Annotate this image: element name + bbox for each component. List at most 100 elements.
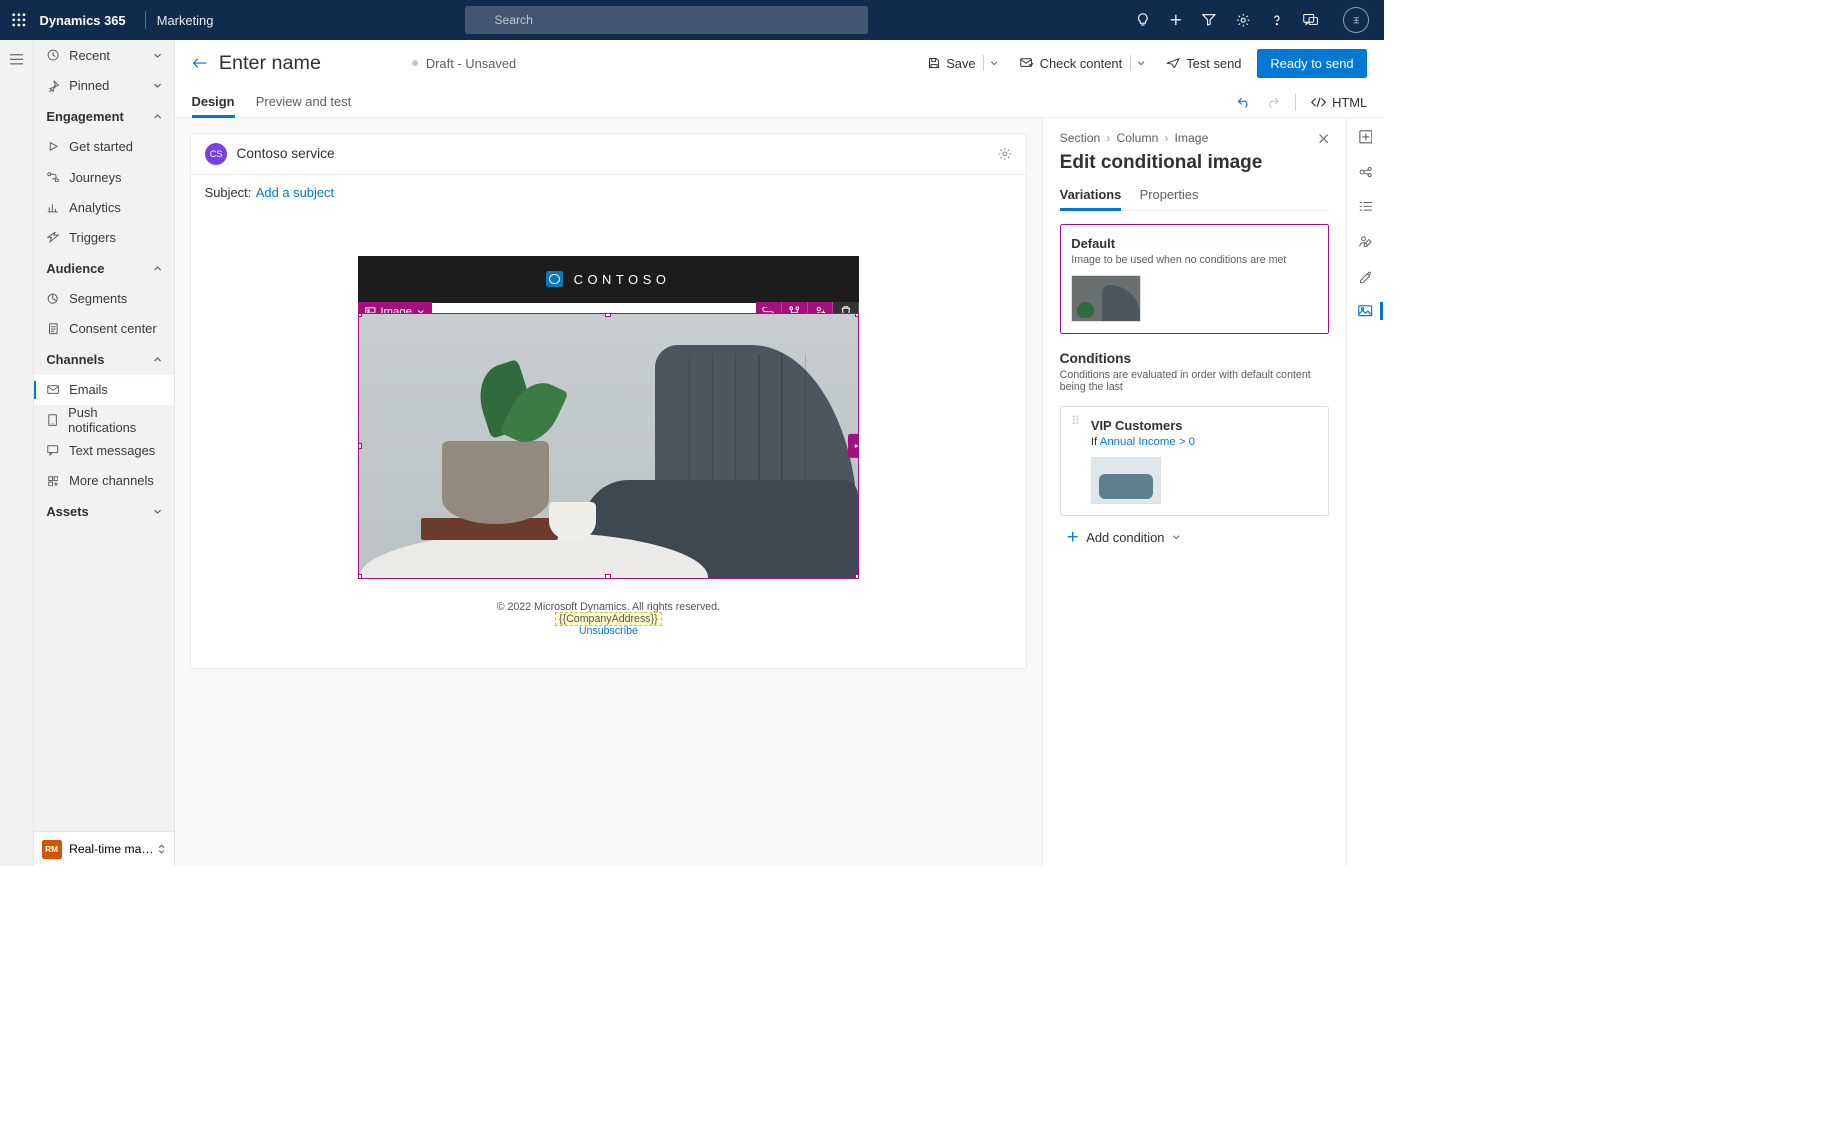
undo-icon[interactable] [1237, 96, 1251, 108]
connections-icon[interactable] [1359, 166, 1373, 178]
sidebar-item-push[interactable]: Push notifications [34, 405, 174, 435]
chat-icon[interactable] [1303, 13, 1318, 27]
brand-name[interactable]: Dynamics 365 [40, 13, 126, 28]
card-desc: Image to be used when no conditions are … [1071, 254, 1317, 266]
sender-avatar: CS [205, 143, 228, 166]
panel-tab-properties[interactable]: Properties [1140, 187, 1199, 210]
gear-icon[interactable] [998, 147, 1012, 161]
help-icon[interactable] [1270, 13, 1284, 27]
hero-section[interactable]: CONTOSO Image [358, 256, 860, 579]
add-subject-link[interactable]: Add a subject [256, 185, 334, 200]
mobile-icon [46, 414, 59, 426]
sidebar-item-segments[interactable]: Segments [34, 283, 174, 313]
email-card: CS Contoso service Subject: Add a subjec… [190, 133, 1027, 669]
redo-icon[interactable] [1266, 96, 1280, 108]
sidebar-item-getstarted[interactable]: Get started [34, 131, 174, 161]
pin-icon [46, 80, 60, 92]
sms-icon [46, 445, 60, 456]
sender-name[interactable]: Contoso service [237, 146, 335, 161]
analytics-icon [46, 202, 60, 213]
sidebar-item-text[interactable]: Text messages [34, 435, 174, 465]
clock-icon [46, 49, 60, 61]
sidebar-item-morechannels[interactable]: More channels [34, 466, 174, 496]
image-tool-icon[interactable] [1358, 305, 1372, 316]
move-handle-icon[interactable] [848, 433, 860, 457]
page-title[interactable]: Enter name [219, 52, 321, 75]
sidebar-group-channels[interactable]: Channels [34, 344, 174, 374]
conditions-heading: Conditions [1060, 351, 1330, 366]
app-launcher-icon[interactable] [8, 9, 31, 32]
crumb-column[interactable]: Column [1116, 131, 1158, 145]
personalize-icon[interactable] [1359, 235, 1372, 247]
footer-token[interactable]: {{CompanyAddress}} [555, 612, 662, 626]
email-brand-bar: CONTOSO [358, 256, 860, 303]
panel-title: Edit conditional image [1060, 152, 1330, 174]
chevron-down-icon [153, 51, 162, 60]
gear-icon[interactable] [1236, 13, 1250, 27]
tab-design[interactable]: Design [192, 94, 235, 117]
hamburger-icon[interactable] [10, 54, 24, 65]
sidebar-item-emails[interactable]: Emails [34, 375, 174, 405]
plus-icon[interactable] [1169, 13, 1183, 27]
condition-card[interactable]: ⠿ VIP Customers If Annual Income > 0 [1060, 406, 1330, 516]
consent-icon [46, 323, 60, 334]
brand-text: CONTOSO [574, 272, 671, 287]
sidebar-group-assets[interactable]: Assets [34, 496, 174, 526]
outline-icon[interactable] [1359, 201, 1373, 212]
app-name[interactable]: Marketing [157, 13, 214, 28]
panel-tab-variations[interactable]: Variations [1060, 187, 1122, 210]
sidebar-recent[interactable]: Recent [34, 40, 174, 70]
sidebar-group-engagement[interactable]: Engagement [34, 101, 174, 131]
sidebar-item-triggers[interactable]: Triggers [34, 223, 174, 253]
canvas-area: CS Contoso service Subject: Add a subjec… [175, 118, 1042, 867]
divider [1295, 94, 1296, 111]
selected-image[interactable] [358, 313, 860, 579]
filter-icon[interactable] [1202, 13, 1216, 27]
crumb-image[interactable]: Image [1175, 131, 1209, 145]
breadcrumb: Section› Column› Image [1060, 131, 1330, 145]
test-send-button[interactable]: Test send [1160, 50, 1247, 76]
add-element-icon[interactable] [1359, 130, 1373, 144]
default-variation-card[interactable]: Default Image to be used when no conditi… [1060, 224, 1330, 334]
html-view-button[interactable]: HTML [1311, 95, 1367, 110]
drag-handle-icon[interactable]: ⠿ [1071, 418, 1081, 504]
ready-to-send-button[interactable]: Ready to send [1257, 49, 1368, 78]
email-body[interactable]: CONTOSO Image [191, 210, 1026, 668]
save-button[interactable]: Save [922, 50, 1005, 76]
app-switcher-label: Real-time marketi… [69, 842, 157, 856]
trigger-icon [46, 232, 60, 243]
chevron-down-icon [1172, 533, 1180, 541]
sidebar-app-switcher[interactable]: RM Real-time marketi… [34, 831, 174, 866]
chevron-down-icon [153, 81, 162, 90]
sidebar-item-consent[interactable]: Consent center [34, 314, 174, 344]
global-search-input[interactable] [465, 6, 868, 33]
check-content-button[interactable]: Check content [1014, 50, 1151, 76]
tab-preview[interactable]: Preview and test [256, 94, 351, 117]
sidebar-item-journeys[interactable]: Journeys [34, 162, 174, 192]
sidebar-item-analytics[interactable]: Analytics [34, 192, 174, 222]
unsubscribe-link[interactable]: Unsubscribe [579, 625, 638, 637]
condition-expression[interactable]: Annual Income > 0 [1100, 436, 1195, 448]
user-avatar[interactable] [1343, 7, 1369, 33]
chevron-down-icon[interactable] [1130, 55, 1145, 70]
theme-icon[interactable] [1359, 270, 1372, 283]
chevron-down-icon[interactable] [983, 55, 998, 70]
back-icon[interactable] [192, 57, 207, 69]
condition-title: VIP Customers [1091, 418, 1318, 433]
sidebar-pinned[interactable]: Pinned [34, 71, 174, 101]
close-icon[interactable] [1318, 133, 1329, 144]
sidebar-label: Recent [69, 48, 110, 63]
app-badge: RM [42, 840, 62, 860]
chevron-up-icon [153, 355, 162, 364]
crumb-section[interactable]: Section [1060, 131, 1101, 145]
apps-icon [46, 476, 60, 487]
sidebar-label: Pinned [69, 78, 109, 93]
add-condition-button[interactable]: Add condition [1060, 527, 1330, 548]
sidebar: Recent Pinned Engagement Get started Jou… [34, 40, 175, 866]
card-title: Default [1071, 236, 1317, 251]
lightbulb-icon[interactable] [1136, 13, 1150, 27]
condition-thumb[interactable] [1091, 457, 1161, 504]
plus-icon [1067, 531, 1078, 542]
default-thumb[interactable] [1071, 275, 1141, 322]
sidebar-group-audience[interactable]: Audience [34, 253, 174, 283]
